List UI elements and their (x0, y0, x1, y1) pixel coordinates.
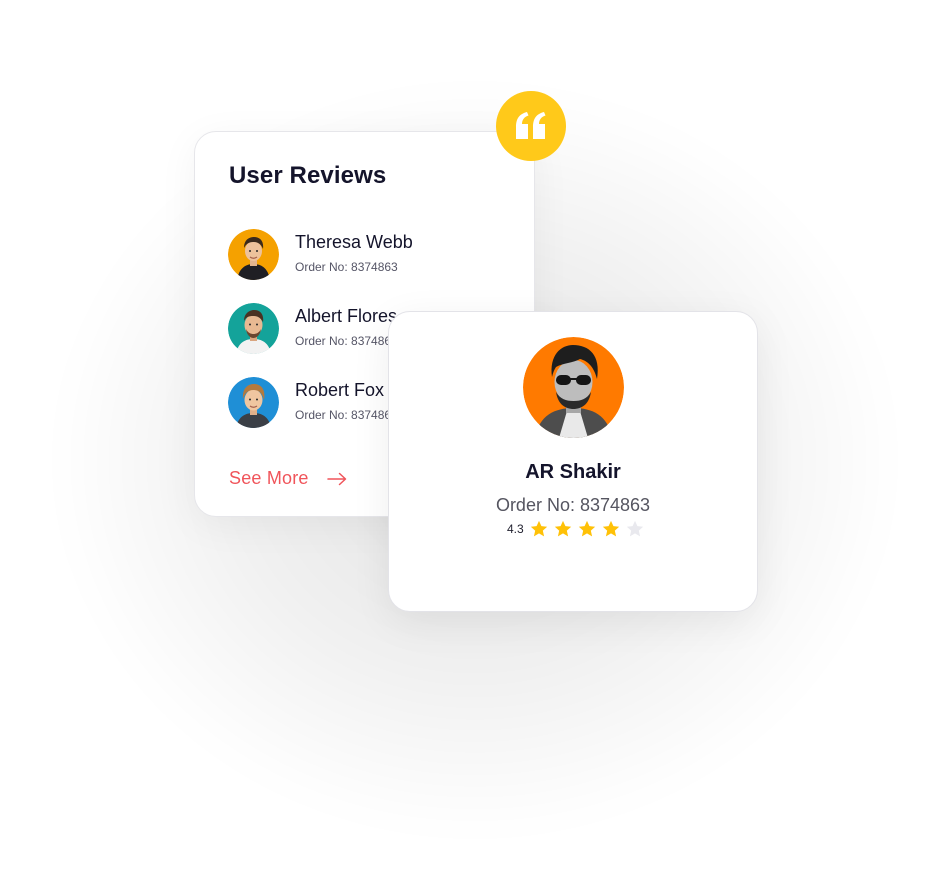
see-more-link[interactable]: See More (229, 468, 347, 489)
quote-icon (516, 112, 546, 139)
star-filled-icon (554, 520, 571, 537)
reviewer-order-number: Order No: 8374863 (295, 334, 398, 348)
reviewer-order-number: Order No: 8374863 (295, 408, 398, 422)
avatar-image-albert (228, 303, 279, 354)
see-more-label: See More (229, 468, 309, 488)
profile-order-number: Order No: 8374863 (495, 495, 651, 515)
reviewer-name: Albert Flores (295, 306, 398, 326)
star-filled-icon (602, 520, 619, 537)
avatar-image-theresa (228, 229, 279, 280)
profile-name: AR Shakir (525, 461, 621, 483)
reviewer-name: Robert Fox (295, 380, 385, 400)
profile-review-card: AR Shakir Order No: 8374863 4.3 (388, 311, 758, 612)
stars-container (529, 519, 645, 539)
star-empty-icon (626, 520, 643, 537)
arrow-right-icon (326, 472, 346, 485)
avatar (228, 303, 279, 354)
rating-value: 4.3 (507, 522, 524, 536)
reviews-showcase: User Reviews Theresa Webb Order No: 8374… (0, 0, 952, 871)
quote-badge (496, 91, 566, 161)
avatar (228, 377, 279, 428)
avatar-image-ar-shakir (523, 337, 624, 438)
avatar (228, 229, 279, 280)
star-filled-icon (578, 520, 595, 537)
star-filled-icon (530, 520, 547, 537)
review-item-theresa-webb[interactable]: Theresa Webb Order No: 8374863 (228, 229, 528, 281)
avatar-image-robert (228, 377, 279, 428)
star-rating: 4.3 (507, 519, 645, 539)
reviewer-order-number: Order No: 8374863 (295, 260, 398, 274)
profile-avatar (523, 337, 624, 438)
reviews-title: User Reviews (229, 162, 387, 189)
reviewer-name: Theresa Webb (295, 232, 413, 252)
